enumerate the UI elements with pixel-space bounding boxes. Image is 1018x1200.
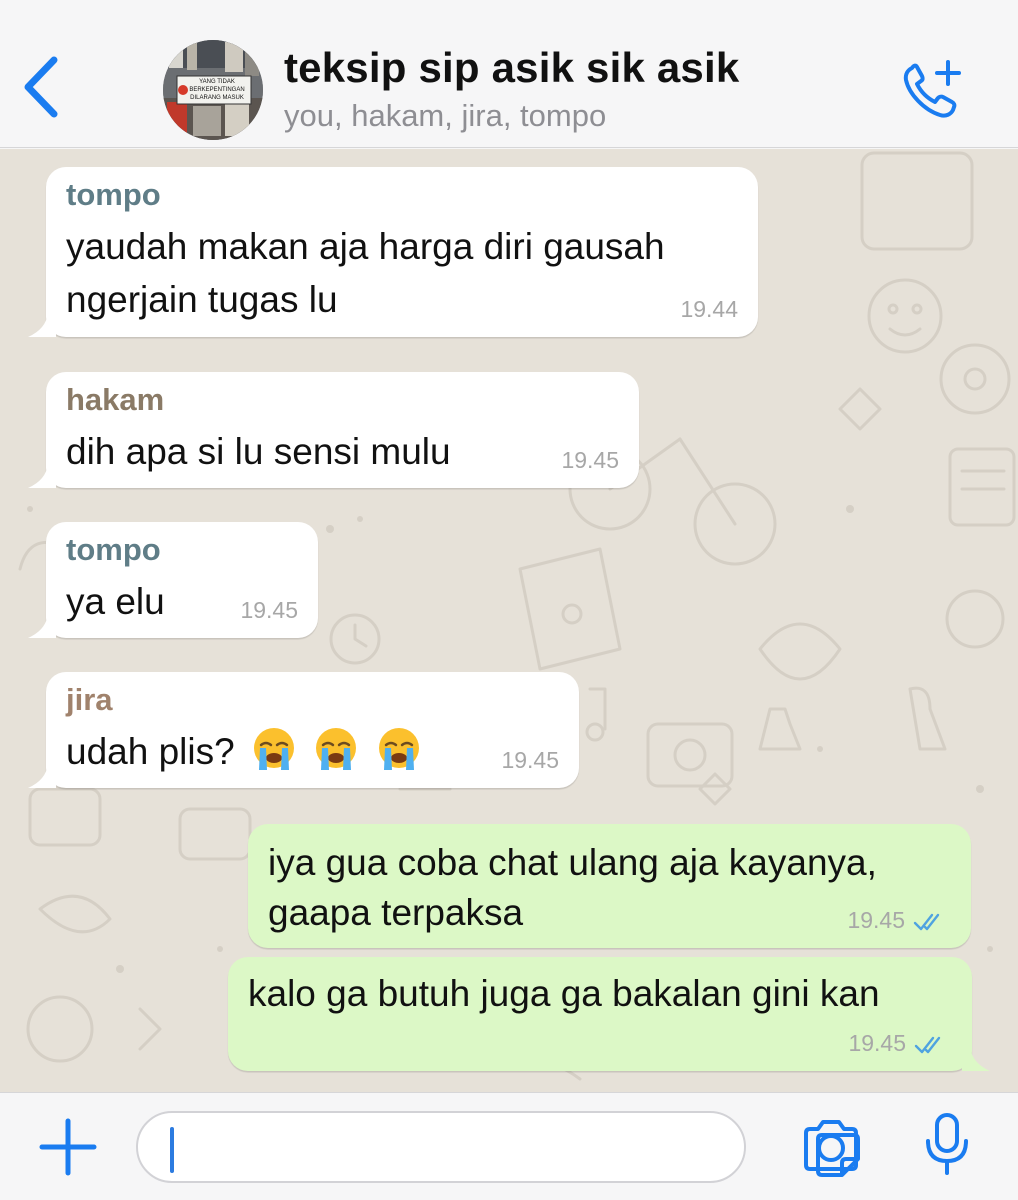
- message-input-field[interactable]: [136, 1111, 860, 1183]
- bubble-tail: [962, 1047, 990, 1071]
- message-text: yaudah makan aja harga diri gausah: [66, 226, 665, 267]
- message-text: iya gua coba chat ulang aja kayanya,: [268, 842, 877, 883]
- bubble-tail: [28, 464, 56, 488]
- message-bubble-outgoing[interactable]: iya gua coba chat ulang aja kayanya, gaa…: [248, 824, 971, 948]
- message-timestamp: 19.45: [847, 907, 905, 933]
- message-timestamp: 19.45: [240, 597, 298, 623]
- message-bubble-incoming[interactable]: jira udah plis? 19.45: [28, 672, 579, 788]
- double-check-icon: [914, 1036, 941, 1054]
- chat-title[interactable]: teksip sip asik sik asik: [284, 44, 739, 92]
- loudly-crying-face-emoji: [378, 728, 419, 770]
- loudly-crying-face-emoji: [253, 728, 294, 770]
- camera-icon[interactable]: [800, 1117, 862, 1175]
- bubble-tail: [28, 614, 56, 638]
- bubble-tail: [28, 764, 56, 788]
- message-text-row: udah plis?: [66, 725, 422, 778]
- message-text: ngerjain tugas lu: [66, 279, 338, 320]
- message-timestamp: 19.45: [501, 747, 559, 773]
- message-timestamp: 19.45: [561, 447, 619, 473]
- message-sender[interactable]: tompo: [66, 532, 161, 568]
- message-list[interactable]: tompo yaudah makan aja harga diri gausah…: [0, 149, 1018, 1092]
- loudly-crying-face-emoji: [316, 728, 357, 770]
- message-bubble-incoming[interactable]: tompo ya elu 19.45: [28, 522, 318, 638]
- back-chevron-icon[interactable]: [18, 52, 68, 122]
- avatar-image: YANG TIDAK BERKEPENTINGAN DILARANG MASUK: [163, 40, 263, 140]
- chat-header: YANG TIDAK BERKEPENTINGAN DILARANG MASUK…: [0, 0, 1018, 148]
- message-sender[interactable]: hakam: [66, 382, 164, 418]
- group-avatar[interactable]: YANG TIDAK BERKEPENTINGAN DILARANG MASUK: [163, 40, 263, 140]
- message-bubble-incoming[interactable]: tompo yaudah makan aja harga diri gausah…: [28, 167, 758, 337]
- avatar-sign-line: YANG TIDAK: [199, 79, 235, 85]
- bubble-tail: [28, 313, 56, 337]
- message-sender[interactable]: jira: [66, 682, 113, 718]
- avatar-sign-line: DILARANG MASUK: [190, 95, 244, 101]
- message-text: dih apa si lu sensi mulu: [66, 431, 451, 472]
- message-bubble-incoming[interactable]: hakam dih apa si lu sensi mulu 19.45: [28, 372, 639, 488]
- chat-participants[interactable]: you, hakam, jira, tompo: [284, 98, 606, 134]
- composer-bar: [0, 1092, 1018, 1200]
- message-text: kalo ga butuh juga ga bakalan gini kan: [248, 973, 880, 1014]
- text-caret: [170, 1127, 174, 1173]
- message-text: gaapa terpaksa: [268, 892, 524, 933]
- message-sender[interactable]: tompo: [66, 177, 161, 213]
- add-call-icon[interactable]: [898, 56, 966, 124]
- message-text: ya elu: [66, 581, 165, 622]
- message-bubble-outgoing[interactable]: kalo ga butuh juga ga bakalan gini kan 1…: [228, 957, 990, 1071]
- avatar-sign-line: BERKEPENTINGAN: [189, 87, 244, 93]
- double-check-icon: [913, 913, 940, 931]
- message-input[interactable]: [182, 1123, 662, 1173]
- message-timestamp: 19.44: [680, 296, 738, 322]
- message-text: udah plis?: [66, 731, 235, 772]
- plus-icon[interactable]: [38, 1117, 98, 1177]
- message-timestamp: 19.45: [848, 1030, 906, 1056]
- microphone-icon[interactable]: [922, 1111, 972, 1179]
